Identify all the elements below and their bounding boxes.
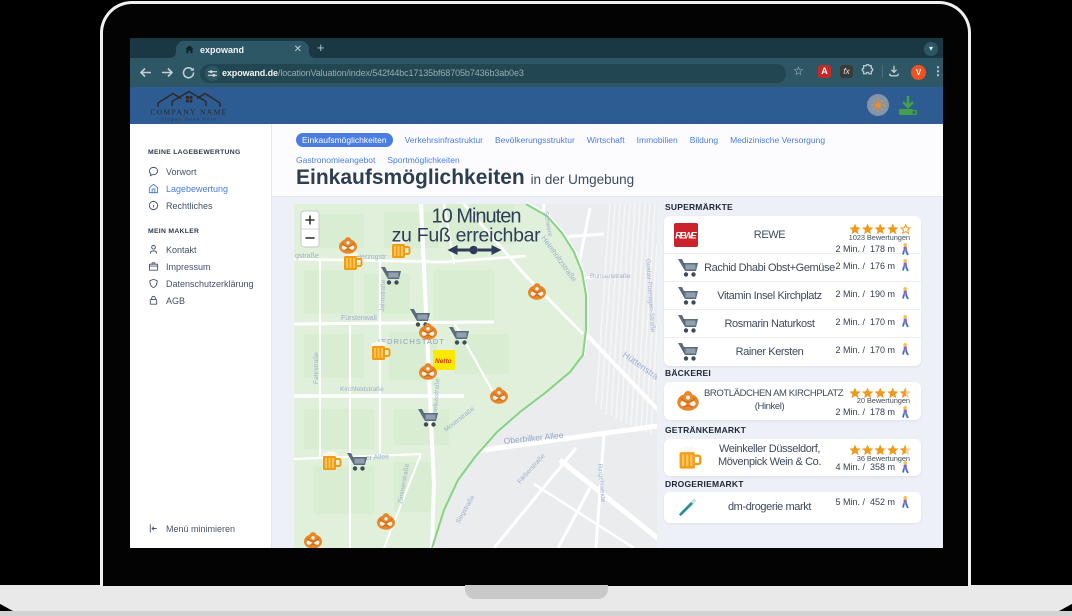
svg-text:Slogan Goes Here: Slogan Goes Here	[161, 117, 217, 122]
svg-text:zu Fuß erreichbar: zu Fuß erreichbar	[392, 225, 542, 247]
svg-text:gstraße: gstraße	[295, 253, 319, 260]
svg-text:COMPANY NAME: COMPANY NAME	[150, 108, 227, 117]
svg-text:Netto: Netto	[435, 358, 452, 365]
svg-text:Fürstenwall: Fürstenwall	[341, 315, 377, 322]
svg-text:Kirchfeldstraße: Kirchfeldstraße	[340, 386, 384, 393]
svg-text:REWE: REWE	[675, 231, 697, 241]
svg-text:IEDRICHSTADT: IEDRICHSTADT	[378, 337, 445, 346]
svg-text:Fahrstraße: Fahrstraße	[313, 352, 320, 384]
svg-text:Bunsenstraße: Bunsenstraße	[590, 273, 631, 280]
svg-text:Jahnstraße: Jahnstraße	[379, 279, 387, 312]
